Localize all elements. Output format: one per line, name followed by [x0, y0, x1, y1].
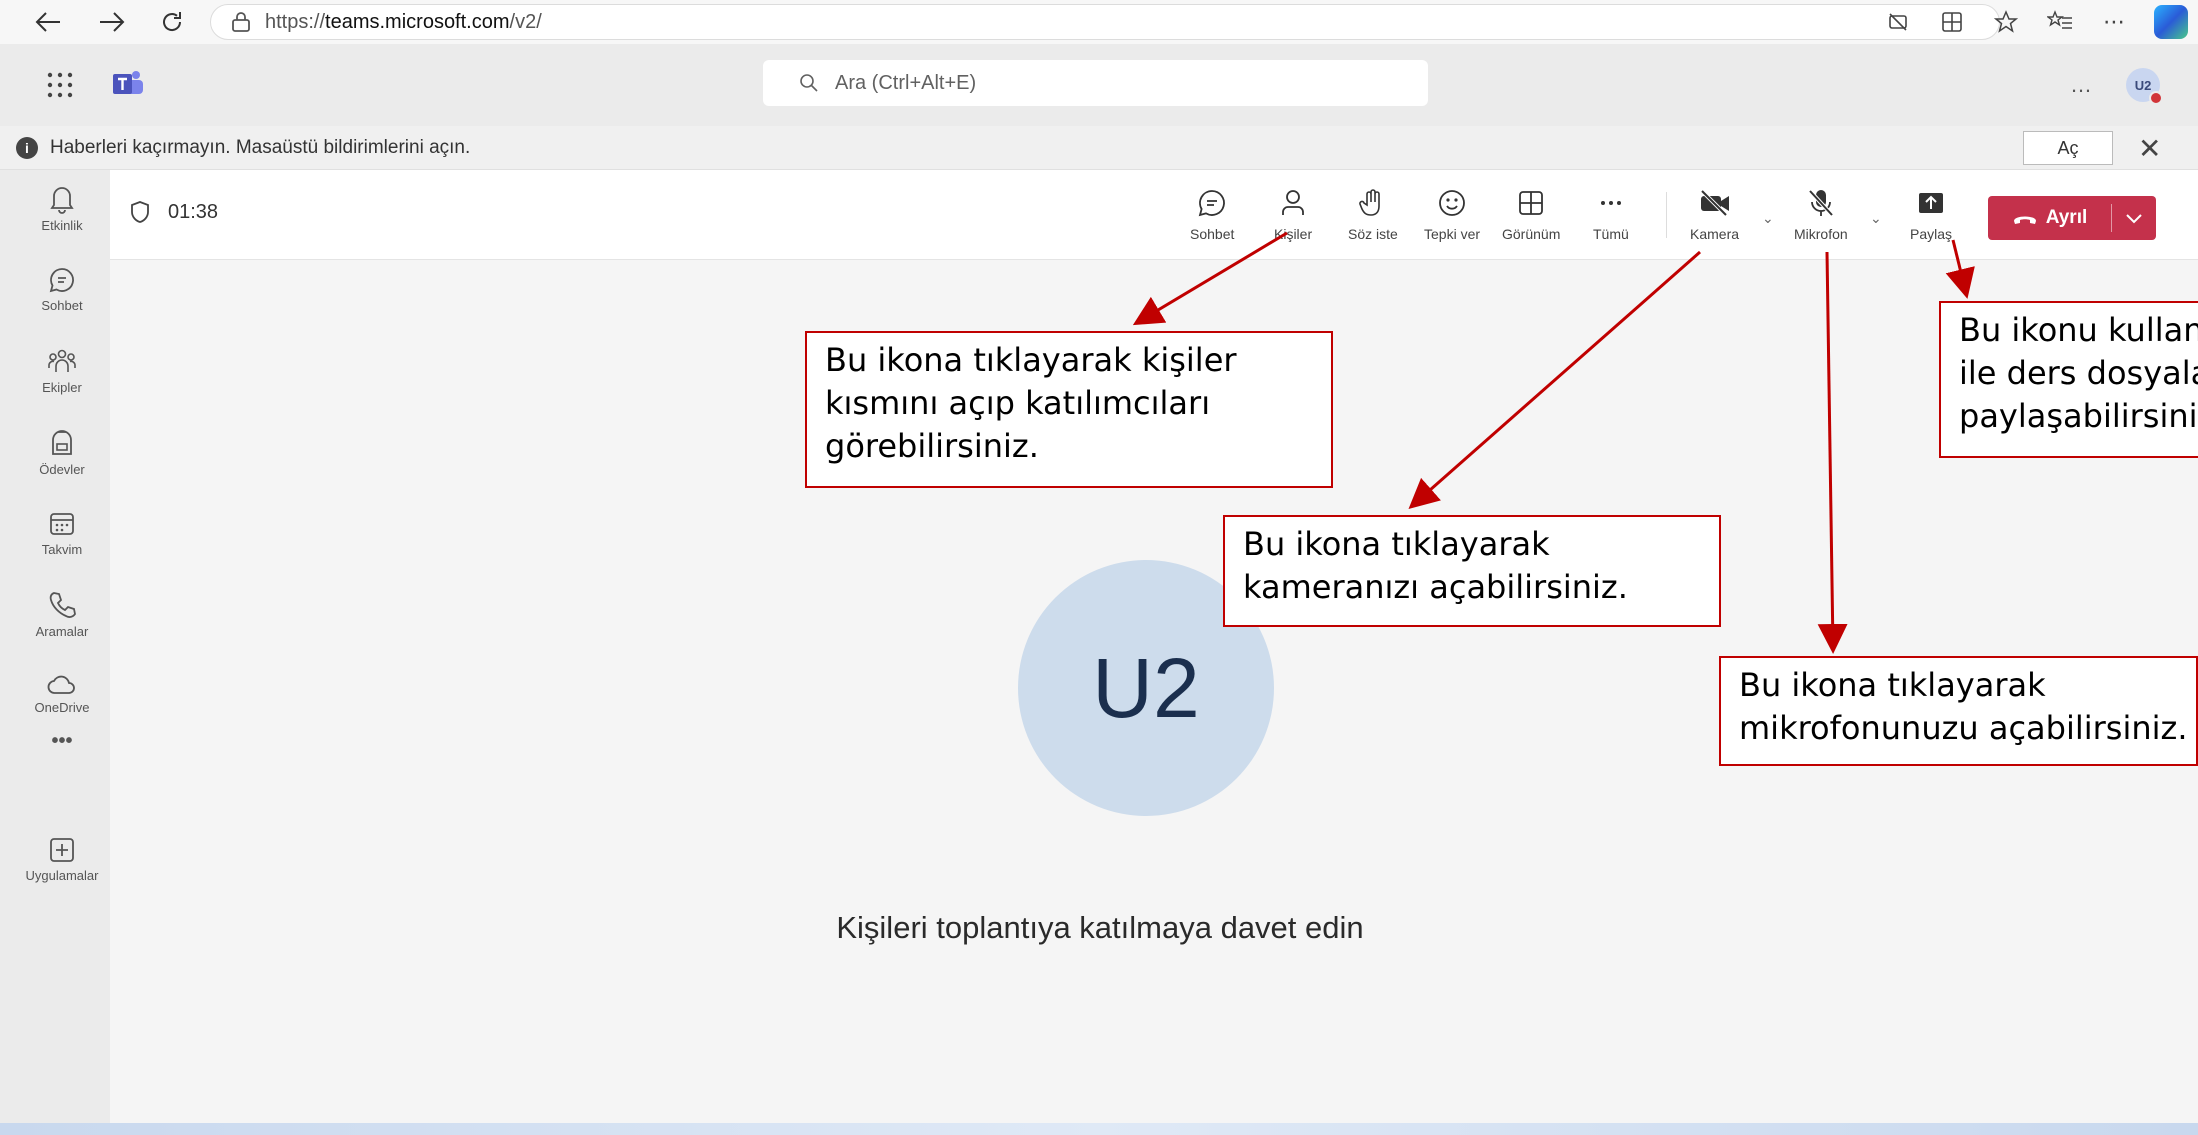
copilot-icon[interactable] — [2154, 5, 2188, 39]
share-icon — [1919, 193, 1944, 213]
search-placeholder: Ara (Ctrl+Alt+E) — [835, 71, 977, 94]
annotation-share: Bu ikonu kullan ile ders dosyala paylaşabi… — [1939, 301, 2198, 458]
rail-label: Ekipler — [42, 380, 82, 395]
settings-more-icon[interactable]: … — [2070, 72, 2092, 98]
react-button[interactable]: Tepki ver — [1424, 188, 1480, 242]
more-icon — [1600, 201, 1621, 205]
leave-options-chevron-icon[interactable] — [2112, 212, 2156, 224]
more-actions-button[interactable]: Tümü — [1593, 188, 1629, 242]
bell-icon — [50, 187, 74, 214]
raise-hand-button[interactable]: Söz iste — [1348, 188, 1398, 242]
camera-button[interactable]: Kamera — [1690, 188, 1739, 242]
phone-icon — [49, 592, 76, 618]
enable-notifications-button[interactable]: Aç — [2023, 131, 2113, 165]
rail-item-calendar[interactable]: Takvim — [0, 510, 124, 557]
annotation-camera: Bu ikona tıklayarak kameranızı açabilirsi… — [1223, 515, 1721, 627]
favorites-icon[interactable] — [2046, 8, 2074, 36]
rail-label: Uygulamalar — [25, 868, 99, 883]
rail-item-activity[interactable]: Etkinlik — [0, 184, 124, 233]
reload-icon[interactable] — [154, 4, 190, 40]
share-button[interactable]: Paylaş — [1910, 188, 1952, 242]
people-icon — [1282, 190, 1304, 215]
notification-banner: i Haberleri kaçırmayın. Masaüstü bildiri… — [0, 126, 2198, 170]
rail-label: Sohbet — [41, 298, 83, 313]
info-icon: i — [16, 136, 38, 159]
teams-logo-icon — [112, 70, 144, 98]
add-app-icon — [50, 838, 74, 862]
camera-off-icon — [1700, 189, 1729, 217]
url-text: https://teams.microsoft.com/v2/ — [265, 10, 542, 33]
rail-item-calls[interactable]: Aramalar — [0, 590, 124, 639]
rail-label: Ödevler — [39, 462, 85, 477]
presence-dot — [2149, 91, 2163, 105]
cloud-icon — [47, 675, 75, 694]
calendar-icon — [50, 513, 74, 535]
smiley-icon — [1439, 190, 1465, 216]
leave-button[interactable]: Ayrıl — [1988, 196, 2156, 240]
rail-label: OneDrive — [34, 700, 90, 715]
teams-header: Ara (Ctrl+Alt+E) … U2 — [0, 44, 2198, 126]
rail-more-apps[interactable]: ••• — [0, 730, 124, 753]
invite-text: Kişileri toplantıya katılmaya davet edin — [836, 910, 1364, 945]
search-icon — [800, 74, 818, 92]
back-icon[interactable] — [30, 4, 66, 40]
rail-item-chat[interactable]: Sohbet — [0, 266, 124, 313]
mic-off-icon — [1808, 189, 1834, 217]
camera-options-chevron-icon[interactable]: ⌄ — [1762, 210, 1774, 227]
mic-options-chevron-icon[interactable]: ⌄ — [1870, 210, 1882, 227]
leave-label: Ayrıl — [2045, 207, 2088, 228]
close-icon[interactable]: ✕ — [2138, 132, 2161, 165]
rail-item-apps[interactable]: Uygulamalar — [0, 836, 124, 883]
chat-icon — [49, 268, 74, 293]
rail-label: Takvim — [41, 542, 83, 557]
chat-button[interactable]: Sohbet — [1190, 188, 1234, 242]
tracking-prevention-icon[interactable] — [1884, 8, 1912, 36]
rail-label: Etkinlik — [41, 218, 83, 233]
rail-label: Aramalar — [35, 624, 89, 639]
view-button[interactable]: Görünüm — [1502, 188, 1560, 242]
rail-item-teams[interactable]: Ekipler — [0, 348, 124, 395]
meeting-timer: 01:38 — [130, 200, 218, 224]
app-rail: Etkinlik Sohbet Ekipler Ödevler Takvim A… — [0, 170, 110, 1135]
browser-toolbar: https://teams.microsoft.com/v2/ ⋯ — [0, 0, 2198, 44]
hang-up-icon — [2013, 216, 2036, 224]
user-avatar[interactable]: U2 — [2126, 68, 2163, 105]
meeting-toolbar: 01:38 Sohbet Kişiler Söz iste Tepki ver … — [110, 170, 2198, 260]
app-available-icon[interactable] — [1938, 8, 1966, 36]
annotation-people: Bu ikona tıklayarak kişiler kısmını açıp … — [805, 331, 1333, 488]
taskbar-edge — [0, 1123, 2198, 1135]
teams-icon — [48, 349, 76, 372]
raise-hand-icon — [1359, 189, 1380, 216]
avatar-initials: U2 — [2134, 77, 2152, 93]
shield-icon — [131, 201, 149, 223]
rail-item-onedrive[interactable]: OneDrive — [0, 674, 124, 715]
toolbar-divider — [1666, 192, 1667, 238]
microphone-button[interactable]: Mikrofon — [1794, 188, 1848, 242]
address-bar[interactable]: https://teams.microsoft.com/v2/ — [210, 4, 2000, 40]
chat-icon — [1198, 190, 1226, 217]
rail-item-assignments[interactable]: Ödevler — [0, 428, 124, 477]
banner-message: Haberleri kaçırmayın. Masaüstü bildiriml… — [50, 136, 471, 158]
annotation-microphone: Bu ikona tıklayarak mikrofonunuzu açabili… — [1719, 656, 2198, 766]
browser-menu-icon[interactable]: ⋯ — [2100, 8, 2128, 36]
people-button[interactable]: Kişiler — [1274, 188, 1312, 242]
site-info-icon[interactable] — [231, 11, 251, 33]
forward-icon[interactable] — [94, 4, 130, 40]
assignments-icon — [52, 430, 72, 455]
search-input[interactable]: Ara (Ctrl+Alt+E) — [763, 60, 1428, 106]
app-launcher-icon[interactable] — [44, 69, 76, 101]
meeting-stage: 01:38 Sohbet Kişiler Söz iste Tepki ver … — [110, 170, 2198, 1115]
favorite-star-icon[interactable] — [1992, 8, 2020, 36]
grid-view-icon — [1519, 191, 1544, 215]
